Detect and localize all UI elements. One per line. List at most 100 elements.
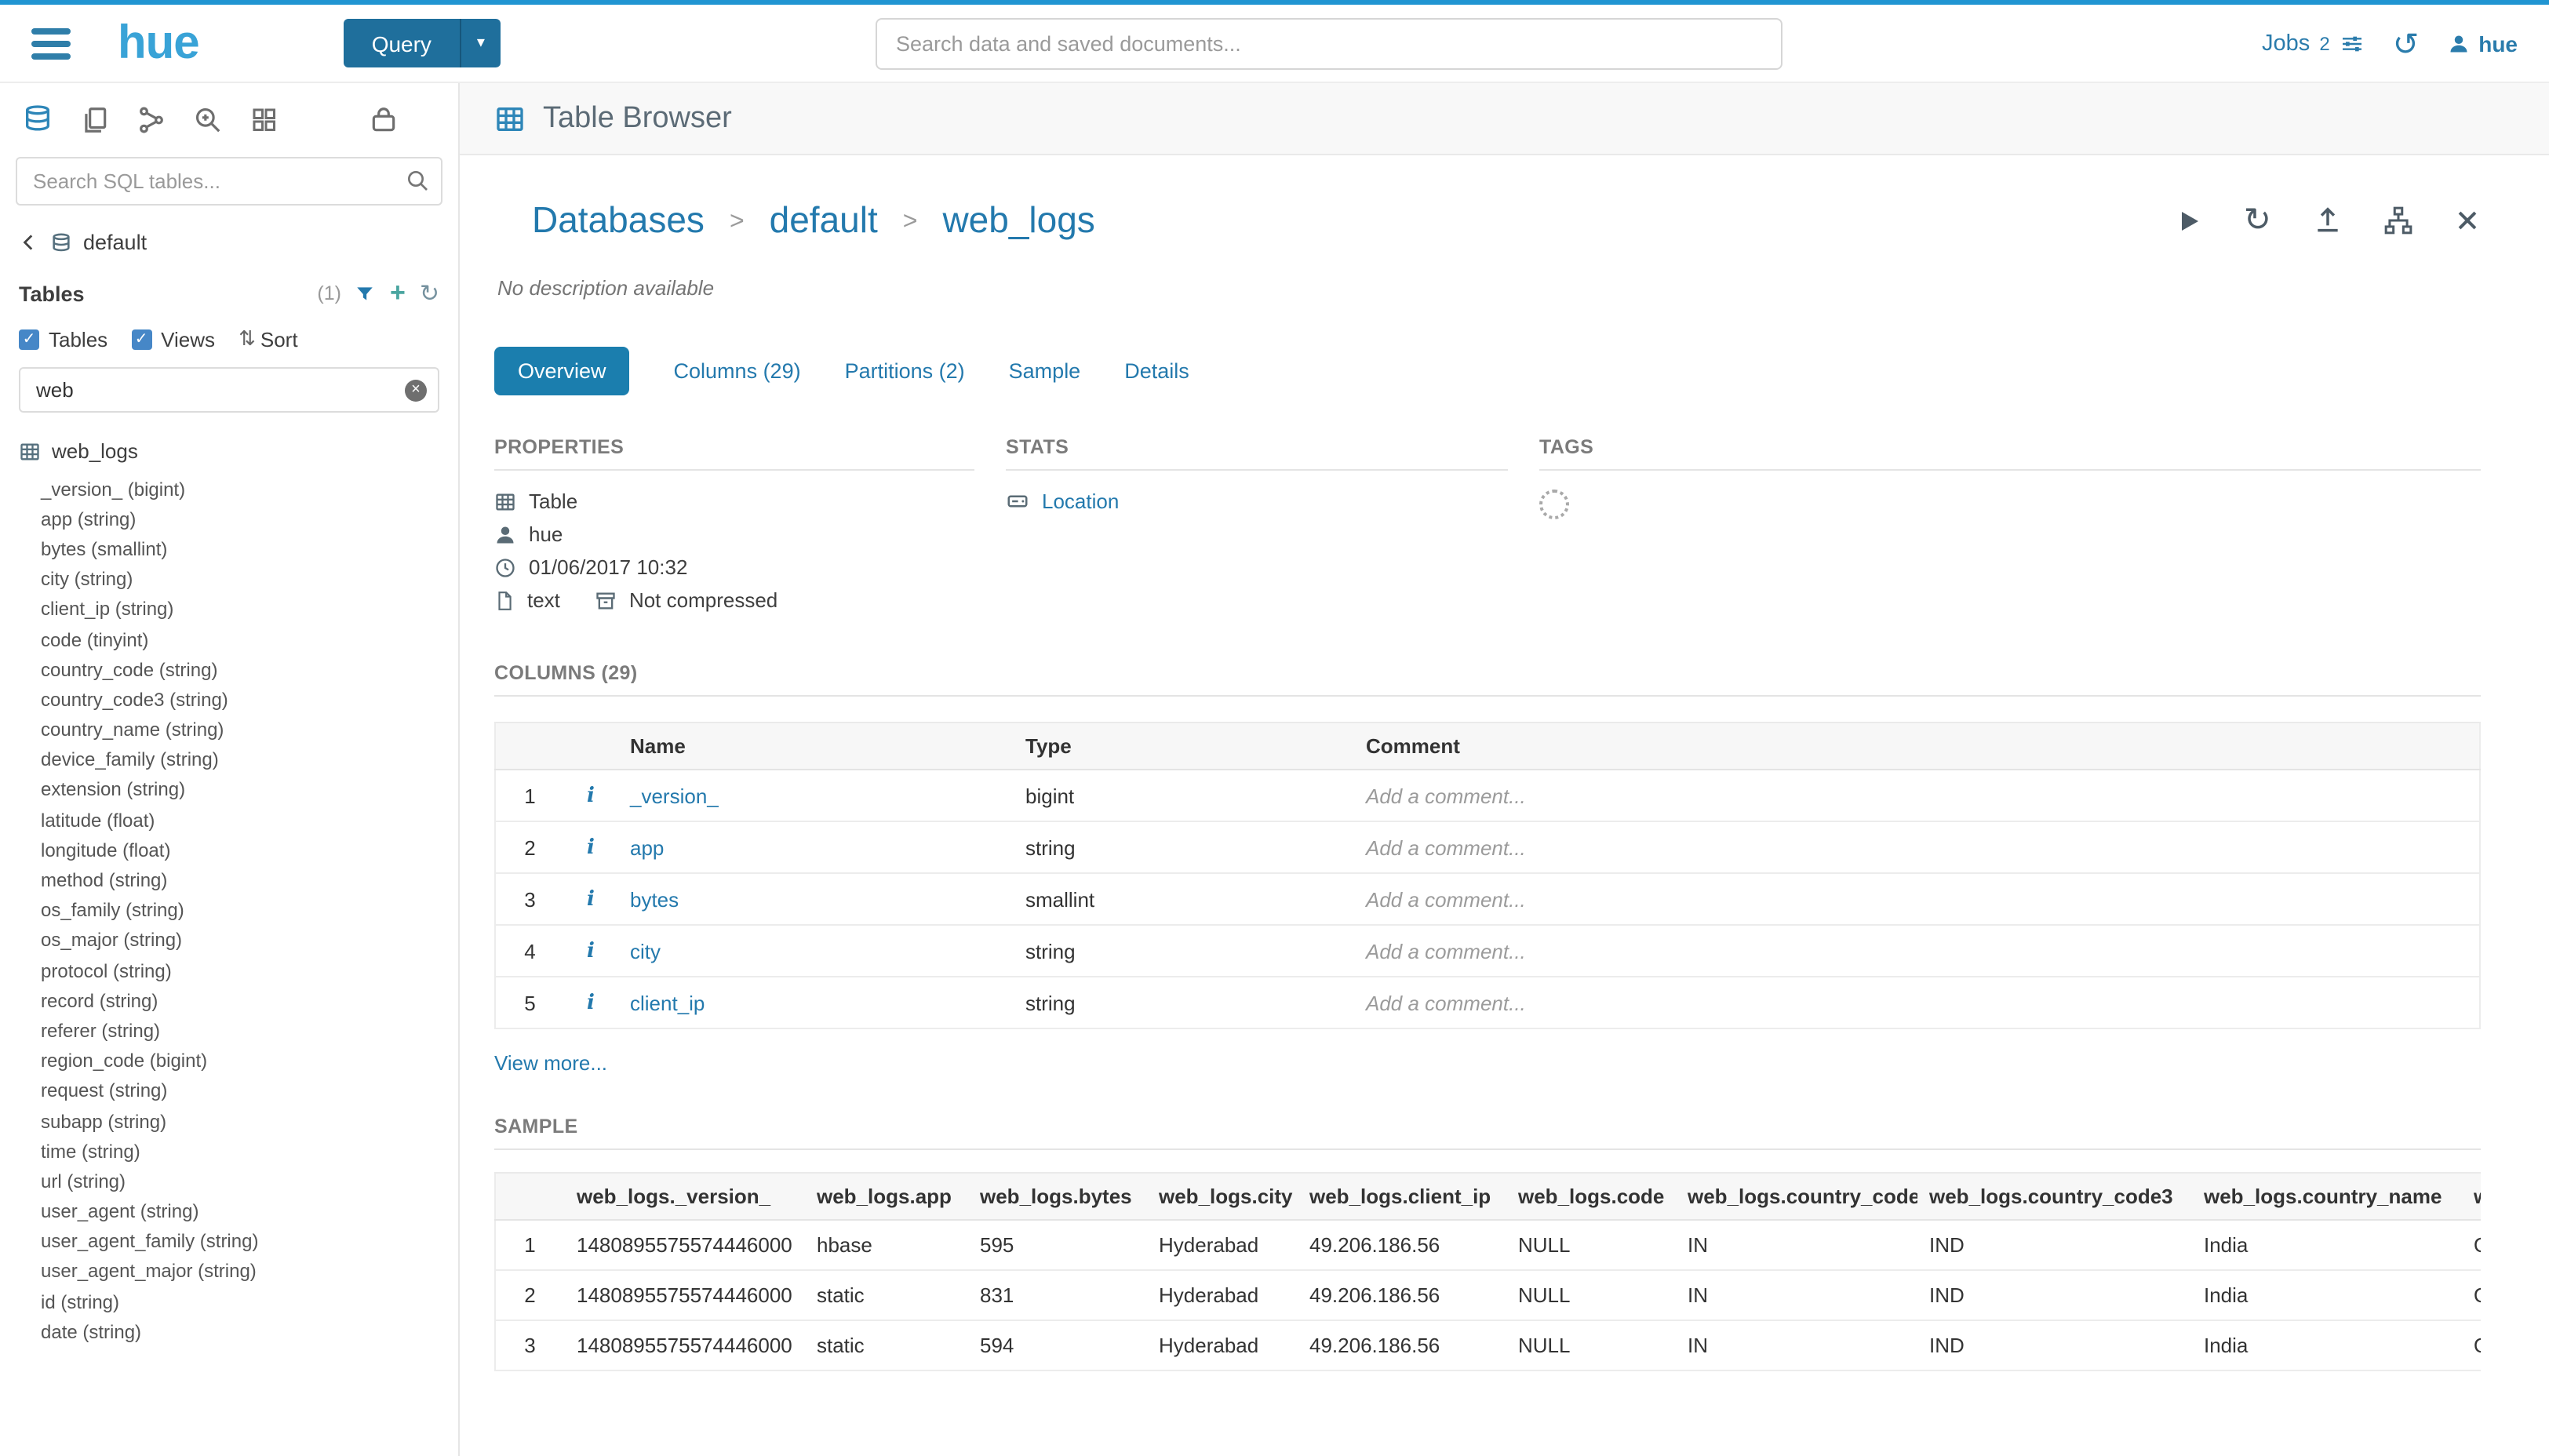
tree-column-item[interactable]: device_family (string) — [19, 744, 458, 774]
tree-column-item[interactable]: date (string) — [19, 1317, 458, 1347]
jobs-button[interactable]: Jobs 2 — [2262, 31, 2365, 56]
tree-column-item[interactable]: url (string) — [19, 1167, 458, 1196]
user-menu[interactable]: hue — [2447, 31, 2518, 56]
tree-column-item[interactable]: _version_ (bigint) — [19, 474, 458, 504]
back-chevron-icon[interactable] — [19, 232, 39, 253]
zoom-plus-assist-icon[interactable] — [193, 104, 223, 134]
tree-column-item[interactable]: city (string) — [19, 564, 458, 594]
tree-column-item[interactable]: longitude (float) — [19, 835, 458, 865]
view-more-link[interactable]: View more... — [494, 1051, 607, 1075]
sql-tables-search-icon[interactable] — [405, 166, 430, 195]
global-search-input[interactable] — [876, 17, 1782, 69]
column-name-link[interactable]: client_ip — [630, 991, 705, 1014]
tree-column-item[interactable]: extension (string) — [19, 775, 458, 805]
sort-toggle[interactable]: ⇅ Sort — [239, 328, 298, 351]
location-link[interactable]: Location — [1042, 490, 1119, 513]
tree-column-item[interactable]: record (string) — [19, 985, 458, 1015]
tree-column-item[interactable]: app (string) — [19, 504, 458, 533]
info-icon[interactable]: i — [587, 992, 595, 1015]
column-name-link[interactable]: city — [630, 939, 661, 963]
filter-funnel-icon[interactable] — [355, 282, 376, 305]
views-checkbox-label[interactable]: Views — [161, 328, 215, 351]
tree-column-item[interactable]: client_ip (string) — [19, 595, 458, 624]
tree-column-item[interactable]: os_major (string) — [19, 926, 458, 956]
hue-logo[interactable]: hue — [118, 16, 199, 70]
query-caret-down-icon[interactable]: ▾ — [460, 19, 501, 67]
lineage-sitemap-icon[interactable] — [2383, 206, 2412, 235]
history-icon[interactable]: ↺ — [2393, 27, 2420, 59]
refresh-table-icon[interactable]: ↻ — [2244, 204, 2271, 237]
tree-column-item[interactable]: country_name (string) — [19, 715, 458, 744]
table-description: No description available — [497, 276, 2480, 300]
tree-column-item[interactable]: country_code3 (string) — [19, 685, 458, 715]
properties-title: PROPERTIES — [494, 436, 974, 471]
tab-overview[interactable]: Overview — [494, 347, 630, 395]
tree-column-item[interactable]: code (tinyint) — [19, 624, 458, 654]
column-name-link[interactable]: app — [630, 835, 664, 859]
column-comment[interactable]: Add a comment... — [1353, 977, 2479, 1028]
breadcrumb-item-default[interactable]: default — [770, 199, 878, 242]
tree-column-item[interactable]: bytes (smallint) — [19, 534, 458, 564]
upload-icon[interactable] — [2312, 206, 2342, 235]
sql-tables-search-input[interactable] — [16, 157, 442, 206]
query-button[interactable]: Query ▾ — [344, 19, 501, 67]
column-name-link[interactable]: bytes — [630, 887, 679, 911]
row-number: 2 — [495, 821, 564, 873]
info-icon[interactable]: i — [587, 784, 595, 808]
compression-icon — [595, 589, 617, 611]
clear-filter-icon[interactable]: × — [405, 379, 427, 401]
info-icon[interactable]: i — [587, 836, 595, 860]
tree-column-item[interactable]: protocol (string) — [19, 956, 458, 985]
hamburger-menu-icon[interactable] — [31, 27, 71, 59]
column-name-link[interactable]: _version_ — [630, 784, 719, 807]
tree-column-item[interactable]: user_agent_major (string) — [19, 1257, 458, 1287]
documents-assist-icon[interactable] — [80, 104, 110, 134]
tree-column-item[interactable]: request (string) — [19, 1076, 458, 1106]
current-database-label[interactable]: default — [83, 231, 147, 254]
row-number: 4 — [495, 925, 564, 977]
query-play-icon[interactable] — [2175, 206, 2203, 235]
sample-cell: 1480895575574446000 — [564, 1270, 804, 1320]
table-filter-input[interactable] — [19, 367, 439, 413]
tree-column-item[interactable]: time (string) — [19, 1136, 458, 1166]
tree-column-item[interactable]: user_agent_family (string) — [19, 1226, 458, 1256]
tree-column-item[interactable]: user_agent (string) — [19, 1196, 458, 1226]
tree-column-item[interactable]: id (string) — [19, 1287, 458, 1316]
tab-sample[interactable]: Sample — [1009, 347, 1081, 395]
database-icon — [50, 231, 72, 253]
add-table-icon[interactable]: + — [390, 278, 406, 309]
tree-table-item[interactable]: web_logs — [19, 439, 458, 463]
tab-details[interactable]: Details — [1124, 347, 1189, 395]
sample-cell: 831 — [967, 1270, 1146, 1320]
column-comment[interactable]: Add a comment... — [1353, 925, 2479, 977]
column-comment[interactable]: Add a comment... — [1353, 873, 2479, 925]
views-checkbox[interactable]: ✓ — [131, 329, 151, 350]
apps-grid-assist-icon[interactable] — [249, 105, 278, 133]
breadcrumb-item-Databases[interactable]: Databases — [532, 199, 705, 242]
tree-column-item[interactable]: method (string) — [19, 865, 458, 895]
refresh-tables-icon[interactable]: ↻ — [420, 282, 439, 305]
query-button-label[interactable]: Query — [344, 19, 460, 67]
column-comment[interactable]: Add a comment... — [1353, 770, 2479, 821]
tables-section-label: Tables — [19, 282, 85, 305]
column-comment[interactable]: Add a comment... — [1353, 821, 2479, 873]
storage-bag-icon[interactable] — [369, 104, 399, 134]
share-assist-icon[interactable] — [137, 104, 166, 134]
tab-partitions-2[interactable]: Partitions (2) — [845, 347, 965, 395]
tree-column-item[interactable]: os_family (string) — [19, 895, 458, 925]
tables-assist-icon[interactable] — [22, 104, 53, 135]
tree-column-item[interactable]: region_code (bigint) — [19, 1046, 458, 1076]
tree-column-item[interactable]: subapp (string) — [19, 1106, 458, 1136]
tables-checkbox-label[interactable]: Tables — [49, 328, 107, 351]
tab-columns-29[interactable]: Columns (29) — [674, 347, 801, 395]
close-icon[interactable] — [2453, 207, 2480, 234]
sample-cell: 49.206.186.56 — [1297, 1220, 1506, 1270]
info-icon[interactable]: i — [587, 888, 595, 912]
tree-column-item[interactable]: country_code (string) — [19, 654, 458, 684]
breadcrumb-item-web_logs[interactable]: web_logs — [942, 199, 1094, 242]
tree-column-item[interactable]: referer (string) — [19, 1016, 458, 1046]
info-icon[interactable]: i — [587, 940, 595, 963]
sliders-icon — [2340, 31, 2365, 56]
tree-column-item[interactable]: latitude (float) — [19, 805, 458, 835]
tables-checkbox[interactable]: ✓ — [19, 329, 39, 350]
